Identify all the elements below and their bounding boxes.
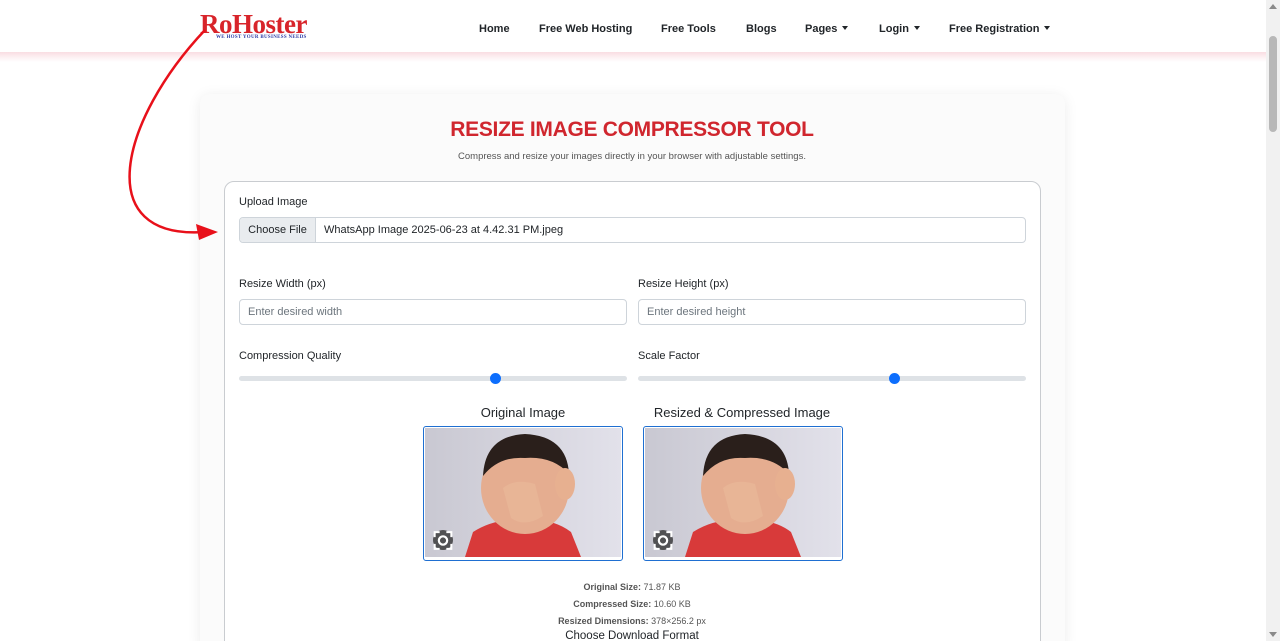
- file-upload-input[interactable]: Choose File WhatsApp Image 2025-06-23 at…: [239, 217, 1026, 243]
- nav-home[interactable]: Home: [479, 23, 510, 35]
- width-label: Resize Width (px): [239, 278, 326, 290]
- upload-label: Upload Image: [239, 196, 308, 208]
- scroll-down-icon[interactable]: [1269, 632, 1277, 637]
- original-size-label: Original Size:: [583, 582, 641, 592]
- visual-search-icon[interactable]: [433, 530, 453, 550]
- resized-dimensions-stat: Resized Dimensions: 378×256.2 px: [0, 616, 1264, 626]
- nav-free-web-hosting-label: Free Web Hosting: [539, 23, 633, 35]
- scale-slider[interactable]: [638, 373, 1026, 384]
- width-input[interactable]: [239, 299, 627, 325]
- nav-free-tools[interactable]: Free Tools: [661, 23, 716, 35]
- resized-image-preview: [643, 426, 843, 561]
- caret-down-icon: [1044, 26, 1051, 30]
- site-logo[interactable]: RoHoster WE HOST YOUR BUSINESS NEEDS: [200, 10, 335, 44]
- tool-form-panel: [224, 181, 1041, 641]
- selected-file-name: WhatsApp Image 2025-06-23 at 4.42.31 PM.…: [324, 224, 564, 236]
- original-photo: [425, 428, 621, 557]
- original-size-value: 71.87 KB: [643, 582, 681, 592]
- resized-image-title: Resized & Compressed Image: [653, 405, 831, 420]
- logo-tagline: WE HOST YOUR BUSINESS NEEDS: [216, 35, 307, 40]
- nav-login[interactable]: Login: [879, 23, 920, 35]
- nav-pages[interactable]: Pages: [805, 23, 849, 35]
- nav-free-tools-label: Free Tools: [661, 23, 716, 35]
- navbar-shadow: [0, 52, 1266, 62]
- scroll-up-icon[interactable]: [1269, 4, 1277, 9]
- height-label: Resize Height (px): [638, 278, 729, 290]
- page-subtitle: Compress and resize your images directly…: [458, 151, 806, 162]
- nav-free-registration[interactable]: Free Registration: [949, 23, 1051, 35]
- visual-search-icon[interactable]: [653, 530, 673, 550]
- scroll-thumb[interactable]: [1269, 36, 1277, 132]
- resized-dimensions-label: Resized Dimensions:: [558, 616, 649, 626]
- resized-photo: [645, 428, 841, 557]
- quality-slider-thumb[interactable]: [489, 373, 501, 384]
- choose-file-button[interactable]: Choose File: [240, 218, 316, 242]
- original-image-title: Original Image: [480, 405, 566, 420]
- page-scrollbar[interactable]: [1266, 0, 1280, 641]
- navbar: RoHoster WE HOST YOUR BUSINESS NEEDS Hom…: [0, 0, 1266, 52]
- caret-down-icon: [913, 26, 920, 30]
- original-size-stat: Original Size: 71.87 KB: [0, 582, 1264, 592]
- compressed-size-stat: Compressed Size: 10.60 KB: [0, 599, 1264, 609]
- nav-blogs-label: Blogs: [746, 23, 777, 35]
- scale-slider-thumb[interactable]: [888, 373, 900, 384]
- quality-slider[interactable]: [239, 373, 627, 384]
- nav-free-web-hosting[interactable]: Free Web Hosting: [539, 23, 632, 35]
- compressed-size-label: Compressed Size:: [573, 599, 652, 609]
- page-title: RESIZE IMAGE COMPRESSOR TOOL: [450, 118, 814, 141]
- nav-home-label: Home: [479, 23, 510, 35]
- logo-text: RoHoster: [200, 9, 307, 39]
- scale-label: Scale Factor: [638, 350, 700, 362]
- compressed-size-value: 10.60 KB: [653, 599, 691, 609]
- original-image-preview: [423, 426, 623, 561]
- nav-free-registration-label: Free Registration: [949, 23, 1040, 35]
- caret-down-icon: [842, 26, 849, 30]
- nav-pages-label: Pages: [805, 23, 838, 35]
- download-format-title: Choose Download Format: [565, 630, 699, 641]
- nav-blogs[interactable]: Blogs: [746, 23, 777, 35]
- resized-dimensions-value: 378×256.2 px: [651, 616, 706, 626]
- quality-label: Compression Quality: [239, 350, 342, 362]
- height-input[interactable]: [638, 299, 1026, 325]
- nav-login-label: Login: [879, 23, 909, 35]
